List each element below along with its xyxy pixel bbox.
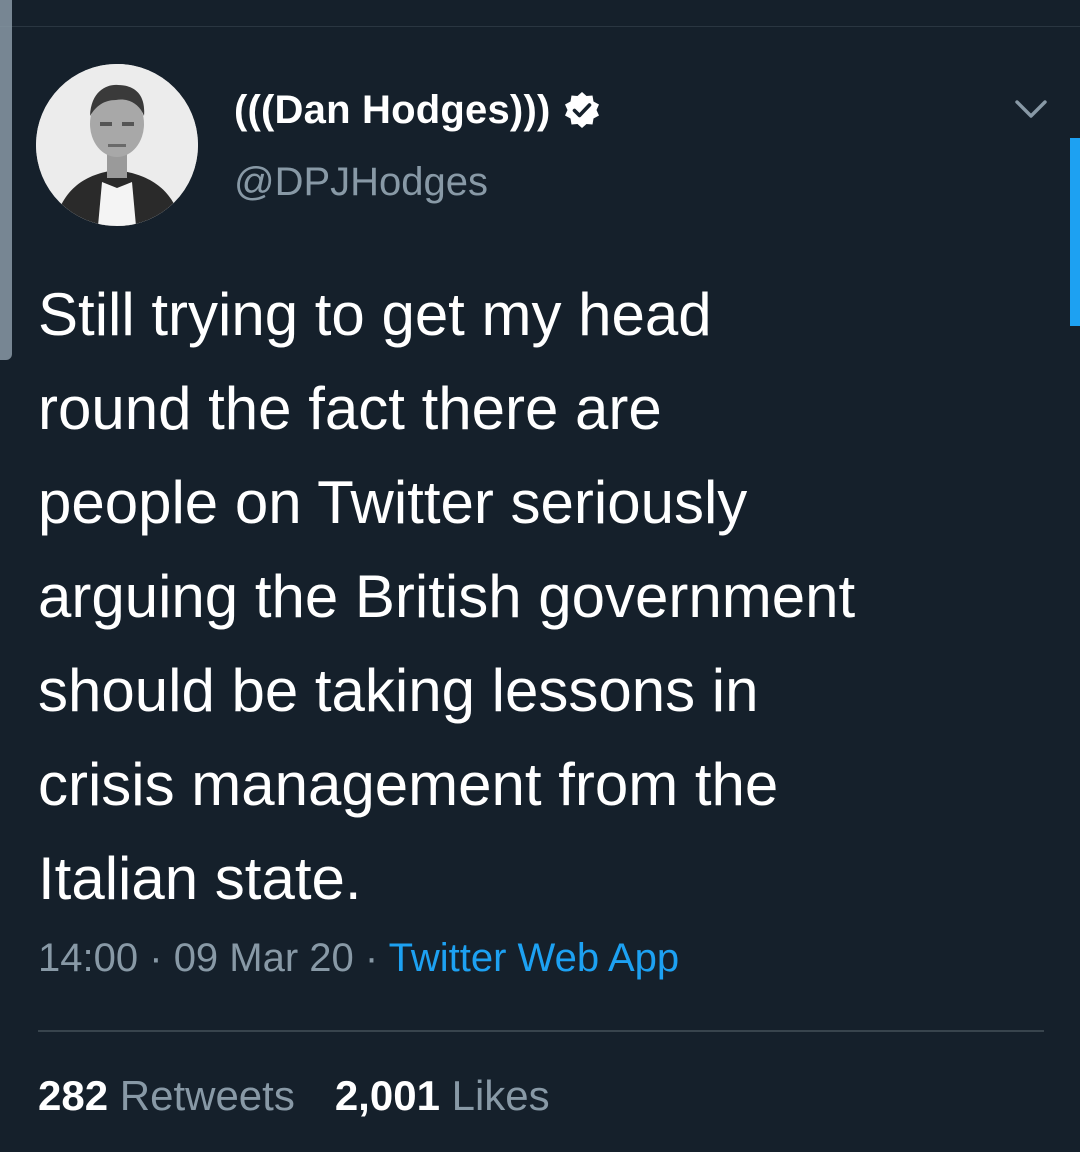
retweets-stat[interactable]: 282 Retweets <box>38 1072 295 1119</box>
tweet-text-line: arguing the British government <box>38 563 856 630</box>
retweets-count: 282 <box>38 1072 109 1119</box>
tweet-metadata: 14:00 · 09 Mar 20 · Twitter Web App <box>38 936 679 981</box>
meta-separator: · <box>364 936 379 980</box>
scroll-edge-indicator <box>0 0 12 360</box>
author-handle[interactable]: @DPJHodges <box>234 160 488 205</box>
scrollbar-thumb[interactable] <box>1070 138 1080 326</box>
likes-label: Likes <box>451 1072 550 1119</box>
tweet-date[interactable]: 09 Mar 20 <box>174 936 354 980</box>
tweet-source-link[interactable]: Twitter Web App <box>389 936 680 980</box>
likes-stat[interactable]: 2,001 Likes <box>335 1072 550 1119</box>
author-display-name[interactable]: (((Dan Hodges))) <box>234 88 550 133</box>
retweets-label: Retweets <box>119 1072 295 1119</box>
tweet-text-line: round the fact there are <box>38 375 662 442</box>
meta-separator: · <box>149 936 163 980</box>
likes-count: 2,001 <box>334 1072 440 1119</box>
chevron-down-icon[interactable] <box>1012 90 1050 128</box>
avatar-photo <box>36 64 198 226</box>
engagement-stats: 282 Retweets 2,001 Likes <box>38 1072 550 1120</box>
tweet-text-line: crisis management from the <box>38 751 779 818</box>
verified-badge-icon <box>562 90 602 130</box>
tweet-text-line: people on Twitter seriously <box>38 469 748 536</box>
tweet-text: Still trying to get my head round the fa… <box>38 268 1048 926</box>
top-divider <box>0 26 1080 27</box>
avatar[interactable] <box>36 64 198 226</box>
tweet-time[interactable]: 14:00 <box>38 936 138 980</box>
tweet-text-line: Still trying to get my head <box>38 281 712 348</box>
stats-divider <box>38 1030 1044 1032</box>
author-name-row[interactable]: (((Dan Hodges))) <box>234 82 602 138</box>
tweet-text-line: Italian state. <box>38 845 362 912</box>
tweet-text-line: should be taking lessons in <box>38 657 759 724</box>
